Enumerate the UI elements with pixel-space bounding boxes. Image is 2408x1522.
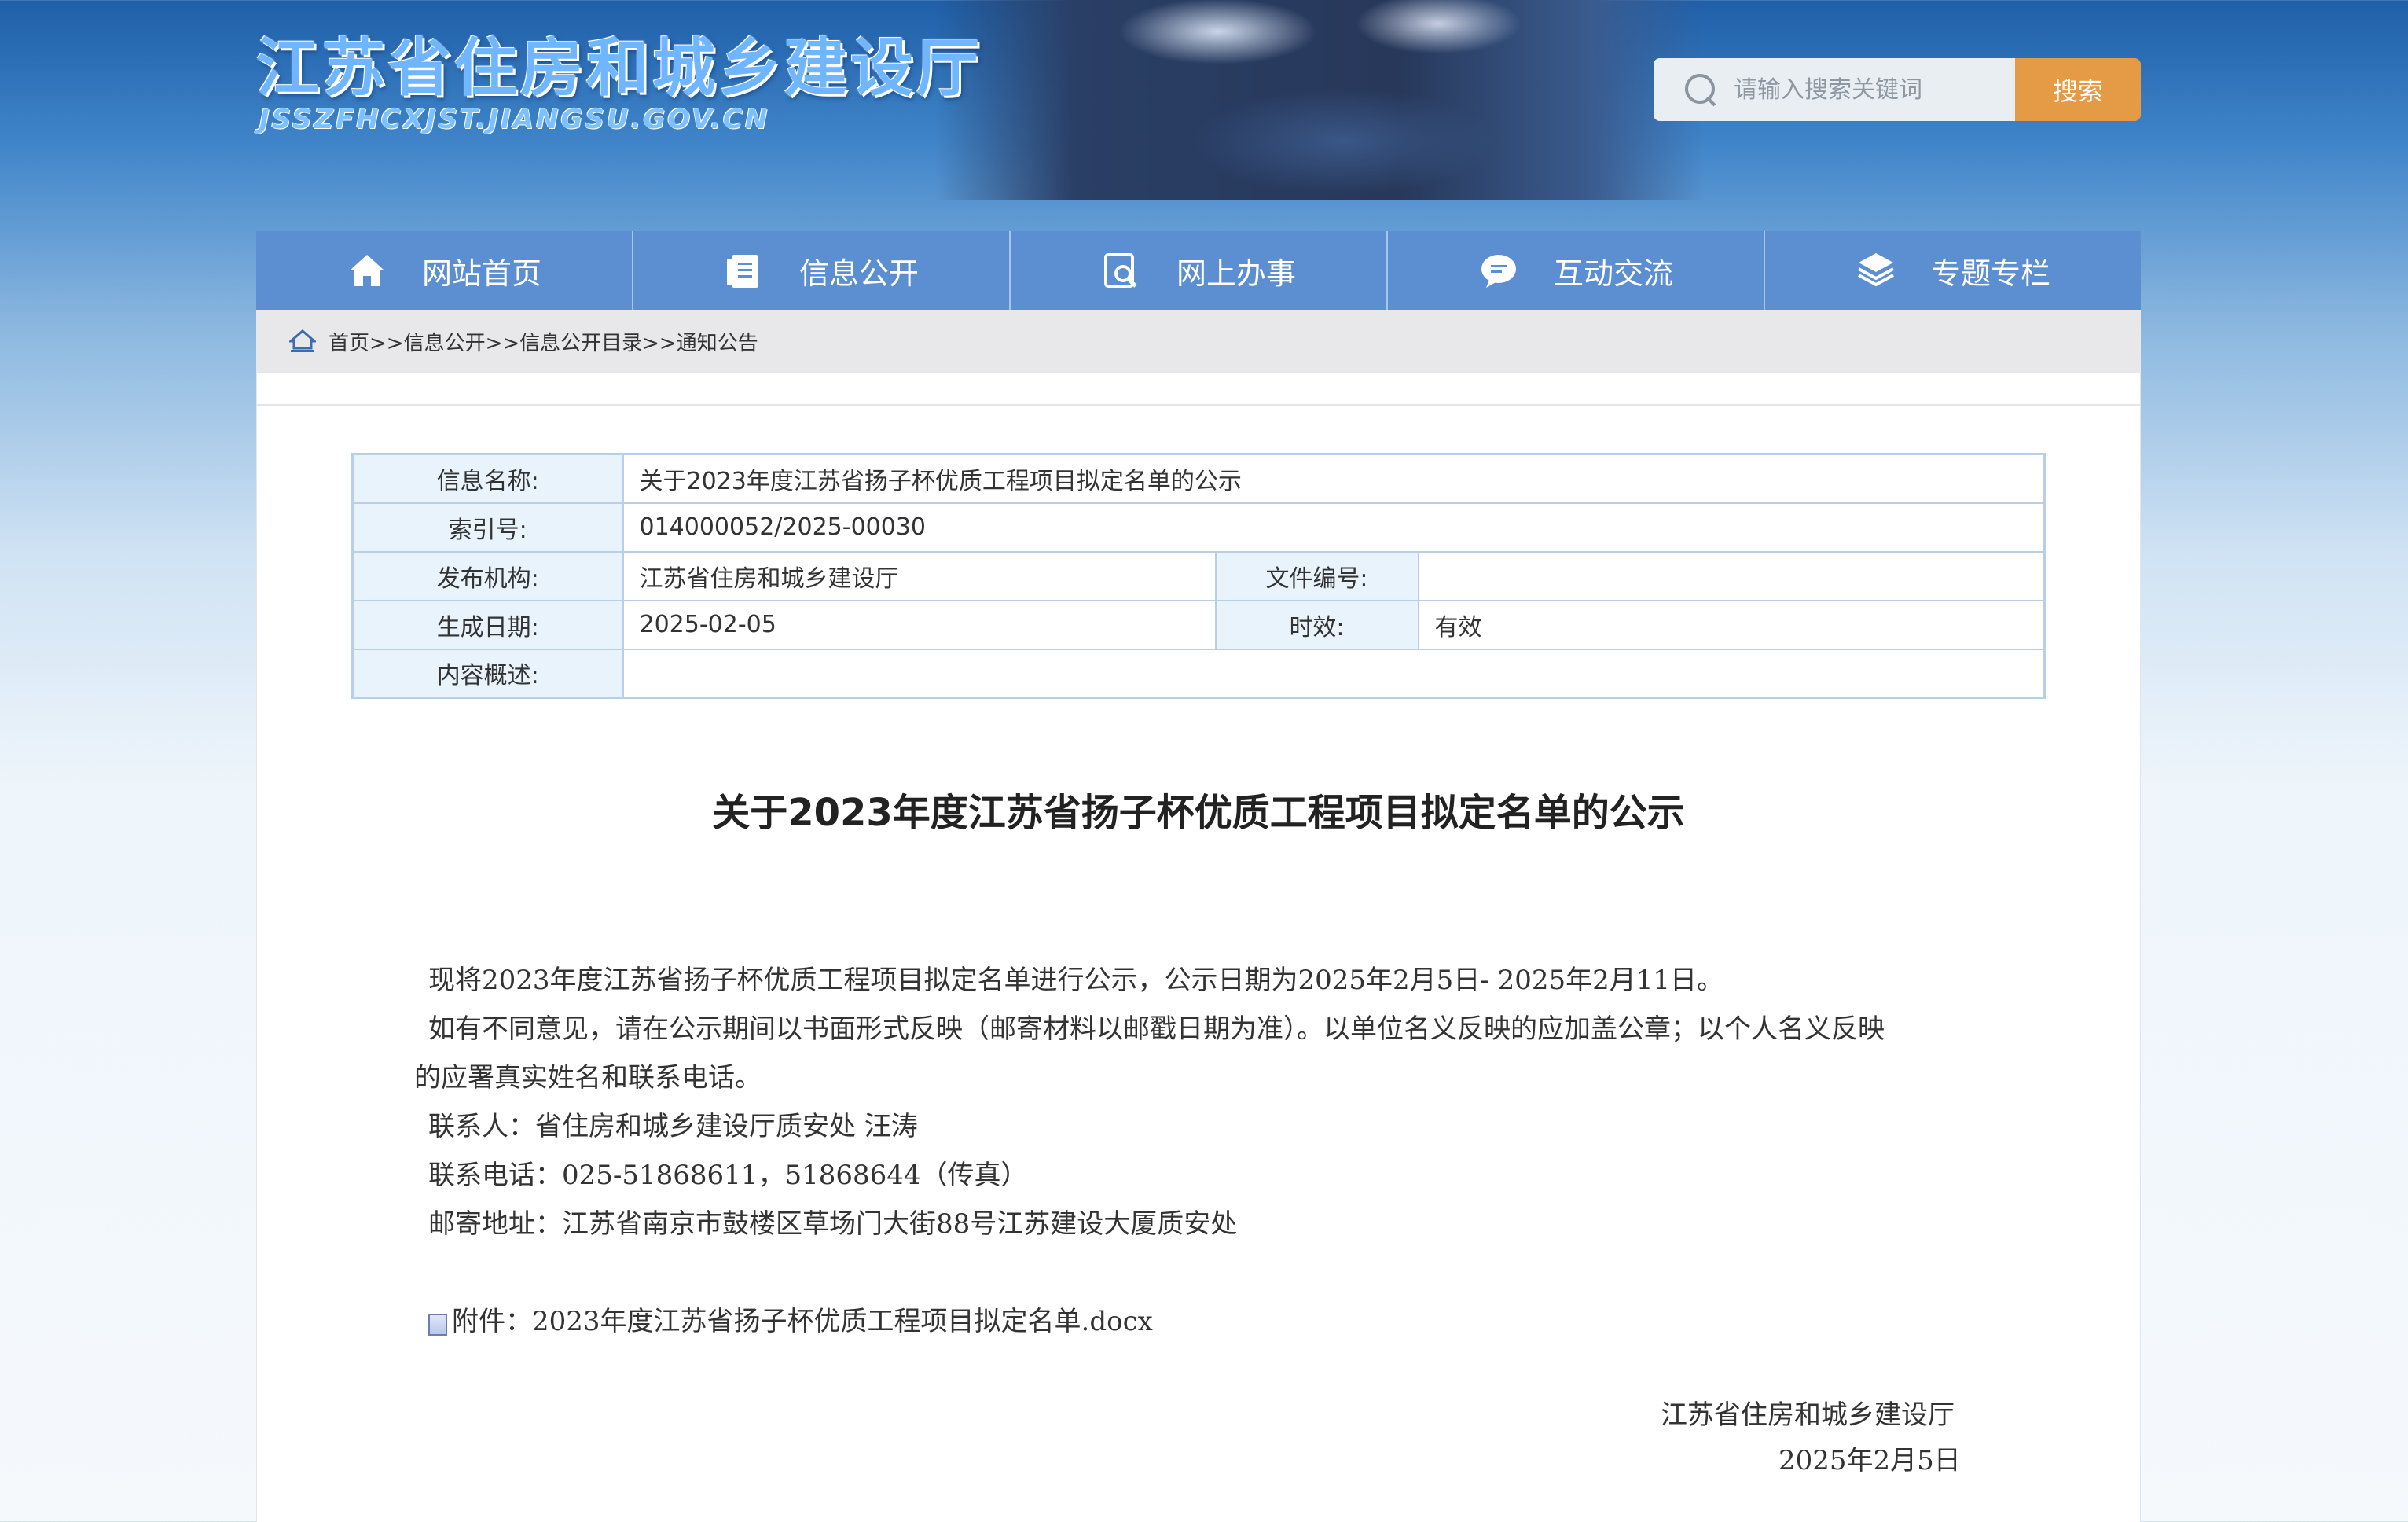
contact-person: 联系人：省住房和城乡建设厅质安处 汪涛 (428, 1111, 918, 1142)
table-row: 信息名称: 关于2023年度江苏省扬子杯优质工程项目拟定名单的公示 (351, 453, 2046, 504)
document-icon (724, 250, 765, 291)
table-row: 内容概述: (351, 648, 2046, 699)
summary-label: 内容概述: (351, 648, 624, 699)
chat-bubble-icon (1478, 250, 1519, 291)
nav-item-interaction[interactable]: 互动交流 (1388, 231, 1765, 310)
search-box (1654, 58, 2015, 121)
paragraph: 现将2023年度江苏省扬子杯优质工程项目拟定名单进行公示，公示日期为2025年2… (428, 965, 1724, 996)
table-row: 发布机构: 江苏省住房和城乡建设厅 文件编号: (351, 550, 2046, 601)
summary-value (622, 648, 2046, 699)
attachment-link[interactable]: 附件：2023年度江苏省扬子杯优质工程项目拟定名单.docx (414, 1297, 1994, 1346)
info-metadata-table: 信息名称: 关于2023年度江苏省扬子杯优质工程项目拟定名单的公示 索引号: 0… (351, 453, 2046, 699)
nav-item-label: 互动交流 (1553, 256, 1673, 291)
content-panel: 信息名称: 关于2023年度江苏省扬子杯优质工程项目拟定名单的公示 索引号: 0… (256, 373, 2141, 1522)
search-document-icon (1101, 250, 1142, 291)
search-input[interactable] (1734, 75, 2001, 104)
nav-item-home[interactable]: 网站首页 (256, 231, 633, 310)
breadcrumb-text[interactable]: 首页>>信息公开>>信息公开目录>>通知公告 (329, 327, 758, 356)
mailing-address: 邮寄地址：江苏省南京市鼓楼区草场门大街88号江苏建设大厦质安处 (428, 1208, 1238, 1240)
article-title: 关于2023年度江苏省扬子杯优质工程项目拟定名单的公示 (712, 791, 1685, 835)
table-row: 索引号: 014000052/2025-00030 (351, 502, 2046, 553)
nav-item-online-service[interactable]: 网上办事 (1011, 231, 1388, 310)
divider (257, 404, 2140, 406)
index-value: 014000052/2025-00030 (622, 502, 2046, 553)
info-name-value: 关于2023年度江苏省扬子杯优质工程项目拟定名单的公示 (622, 453, 2046, 504)
nav-item-info-disclosure[interactable]: 信息公开 (633, 231, 1011, 310)
sign-date: 2025年2月5日 (1778, 1445, 1961, 1476)
info-name-label: 信息名称: (351, 453, 624, 504)
nav-item-label: 网上办事 (1176, 256, 1296, 291)
paragraph: 的应署真实姓名和联系电话。 (414, 1062, 762, 1094)
site-domain: JSSZFHCXJST.JIANGSU.GOV.CN (259, 104, 770, 135)
home-icon (347, 250, 387, 291)
signer: 江苏省住房和城乡建设厅 (1661, 1399, 1955, 1431)
date-value: 2025-02-05 (622, 599, 1217, 650)
home-icon (289, 329, 316, 352)
header-banner: 江苏省住房和城乡建设厅 JSSZFHCXJST.JIANGSU.GOV.CN 搜… (0, 0, 2408, 204)
table-row: 生成日期: 2025-02-05 时效: 有效 (351, 599, 2046, 650)
word-document-icon (428, 1314, 447, 1336)
validity-label: 时效: (1214, 599, 1419, 650)
layers-icon (1856, 250, 1896, 291)
nav-item-special-topics[interactable]: 专题专栏 (1765, 231, 2141, 310)
banner-photo (935, 0, 1705, 200)
main-nav: 网站首页 信息公开 网上办事 互动交流 专题专栏 (256, 231, 2141, 310)
publisher-value: 江苏省住房和城乡建设厅 (622, 550, 1217, 601)
article-body: 现将2023年度江苏省扬子杯优质工程项目拟定名单进行公示，公示日期为2025年2… (414, 956, 1994, 1346)
validity-value: 有效 (1417, 599, 2046, 650)
contact-phone: 联系电话：025-51868611，51868644（传真） (428, 1160, 1028, 1191)
nav-item-label: 网站首页 (421, 256, 541, 291)
date-label: 生成日期: (351, 599, 624, 650)
publisher-label: 发布机构: (351, 550, 624, 601)
search-icon (1683, 72, 1718, 107)
document-number-value (1417, 550, 2046, 601)
paragraph: 如有不同意见，请在公示期间以书面形式反映（邮寄材料以邮戳日期为准）。以单位名义反… (428, 1013, 1885, 1045)
site-title[interactable]: 江苏省住房和城乡建设厅 (256, 17, 982, 108)
attachment-text[interactable]: 附件：2023年度江苏省扬子杯优质工程项目拟定名单.docx (452, 1297, 1153, 1346)
document-number-label: 文件编号: (1214, 550, 1419, 601)
search-button[interactable]: 搜索 (2015, 58, 2141, 121)
nav-item-label: 信息公开 (798, 256, 919, 291)
breadcrumb: 首页>>信息公开>>信息公开目录>>通知公告 (256, 310, 2141, 373)
nav-item-label: 专题专栏 (1930, 256, 2050, 291)
index-label: 索引号: (351, 502, 624, 553)
